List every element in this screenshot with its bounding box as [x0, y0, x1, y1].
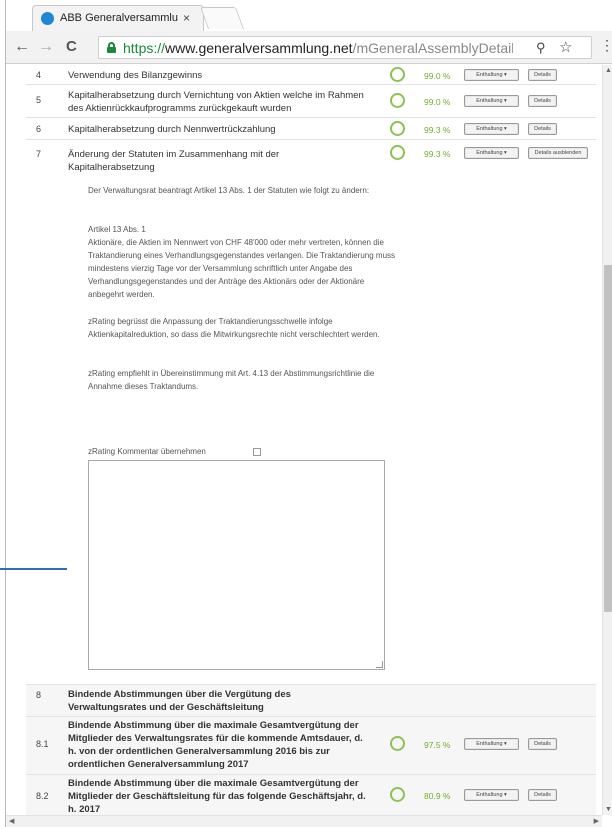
tab-title: ABB Generalversammlun — [60, 12, 178, 24]
item-number: 6 — [36, 124, 42, 134]
browser-tab[interactable]: ABB Generalversammlun × — [32, 5, 204, 31]
details-button[interactable]: Details — [528, 69, 557, 81]
vertical-scrollbar[interactable]: ▲ ▼ — [602, 65, 612, 815]
item-title: Änderung der Statuten im Zusammenhang mi… — [68, 149, 280, 173]
detail-article-text: Aktionäre, die Aktien im Nennwert von CH… — [88, 238, 396, 299]
item-number: 8.1 — [36, 739, 49, 749]
resize-grip-icon[interactable] — [376, 661, 383, 668]
approval-percent: 99.3 % — [424, 125, 451, 135]
table-row: 4 Verwendung des Bilanzgewinns 99.0 % En… — [26, 65, 596, 85]
vote-circle-icon[interactable] — [390, 145, 405, 160]
details-button[interactable]: Details — [528, 123, 557, 135]
approval-percent: 99.3 % — [424, 149, 451, 159]
detail-recommendation: zRating empfiehlt in Übereinstimmung mit… — [88, 369, 375, 391]
lock-icon — [107, 42, 116, 53]
scroll-up-icon[interactable]: ▲ — [605, 67, 612, 74]
enthaltung-dropdown[interactable]: Enthaltung ▾ — [464, 69, 519, 81]
browser-window: ABB Generalversammlun × ← → C https://ww… — [5, 0, 612, 827]
reload-icon[interactable]: C — [66, 38, 77, 56]
table-row: 5 Kapitalherabsetzung durch Vernichtung … — [26, 85, 596, 118]
bookmark-star-icon[interactable]: ☆ — [559, 38, 572, 56]
details-button[interactable]: Details — [528, 95, 557, 107]
kommentar-label: zRating Kommentar übernehmen — [88, 447, 206, 456]
table-row-group: 8 Bindende Abstimmungen über die Vergütu… — [26, 685, 596, 717]
enthaltung-dropdown[interactable]: Enthaltung ▾ — [464, 123, 519, 135]
approval-percent: 80.9 % — [424, 791, 451, 801]
item-number: 8 — [36, 690, 42, 700]
item-number: 4 — [36, 70, 42, 80]
item-title: Kapitalherabsetzung durch Vernichtung vo… — [68, 90, 364, 114]
details-hide-button[interactable]: Details ausblenden — [528, 147, 588, 159]
favicon-icon — [41, 12, 54, 25]
browser-menu-icon[interactable]: ⋮ — [600, 37, 612, 54]
item-number: 7 — [36, 149, 42, 159]
zoom-icon[interactable]: ⚲ — [536, 40, 546, 56]
tab-strip: ABB Generalversammlun × — [6, 0, 612, 31]
callout-line — [0, 568, 67, 570]
approval-percent: 99.0 % — [424, 71, 451, 81]
url-text[interactable]: https://www.generalversammlung.net/mGene… — [123, 40, 513, 56]
vote-circle-icon[interactable] — [390, 787, 405, 802]
kommentar-checkbox[interactable] — [253, 448, 261, 456]
scroll-left-icon[interactable]: ◀ — [9, 817, 14, 825]
approval-percent: 99.0 % — [424, 97, 451, 107]
horizontal-scrollbar[interactable]: ◀ ▶ — [6, 815, 602, 827]
comment-textarea[interactable] — [88, 460, 385, 670]
approval-percent: 97.5 % — [424, 740, 451, 750]
address-bar[interactable]: https://www.generalversammlung.net/mGene… — [98, 36, 592, 59]
vote-circle-icon[interactable] — [390, 121, 405, 136]
table-row: 6 Kapitalherabsetzung durch Nennwertrück… — [26, 118, 596, 140]
table-row: 8.2 Bindende Abstimmung über die maximal… — [26, 775, 596, 815]
table-row: 8.1 Bindende Abstimmung über die maximal… — [26, 717, 596, 775]
back-arrow-icon[interactable]: ← — [14, 38, 30, 56]
enthaltung-dropdown[interactable]: Enthaltung ▾ — [464, 738, 519, 750]
vote-circle-icon[interactable] — [390, 736, 405, 751]
detail-paragraph: Der Verwaltungsrat beantragt Artikel 13 … — [88, 186, 370, 195]
item-number: 5 — [36, 95, 42, 105]
forward-arrow-icon[interactable]: → — [38, 38, 54, 56]
page-content: 4 Verwendung des Bilanzgewinns 99.0 % En… — [6, 65, 602, 815]
scrollbar-thumb[interactable] — [604, 265, 612, 612]
item-title: Kapitalherabsetzung durch Nennwertrückza… — [68, 124, 276, 135]
detail-article-heading: Artikel 13 Abs. 1 — [88, 225, 146, 234]
close-icon[interactable]: × — [183, 11, 190, 25]
details-button[interactable]: Details — [528, 789, 557, 801]
scroll-right-icon[interactable]: ▶ — [594, 817, 599, 825]
item-number: 8.2 — [36, 791, 49, 801]
enthaltung-dropdown[interactable]: Enthaltung ▾ — [464, 789, 519, 801]
item-title: Verwendung des Bilanzgewinns — [68, 70, 203, 81]
table-row-expanded: 7 Änderung der Statuten im Zusammenhang … — [26, 140, 596, 685]
item-title: Bindende Abstimmung über die maximale Ge… — [68, 778, 366, 815]
vote-circle-icon[interactable] — [390, 67, 405, 82]
detail-paragraph: zRating begrüsst die Anpassung der Trakt… — [88, 317, 380, 339]
new-tab-button[interactable] — [199, 7, 245, 29]
item-title: Bindende Abstimmungen über die Vergütung… — [68, 689, 291, 713]
details-button[interactable]: Details — [528, 738, 557, 750]
scroll-down-icon[interactable]: ▼ — [605, 806, 612, 813]
vote-circle-icon[interactable] — [390, 93, 405, 108]
item-title: Bindende Abstimmung über die maximale Ge… — [68, 720, 363, 770]
enthaltung-dropdown[interactable]: Enthaltung ▾ — [464, 147, 519, 159]
browser-toolbar: ← → C https://www.generalversammlung.net… — [6, 31, 612, 64]
enthaltung-dropdown[interactable]: Enthaltung ▾ — [464, 95, 519, 107]
